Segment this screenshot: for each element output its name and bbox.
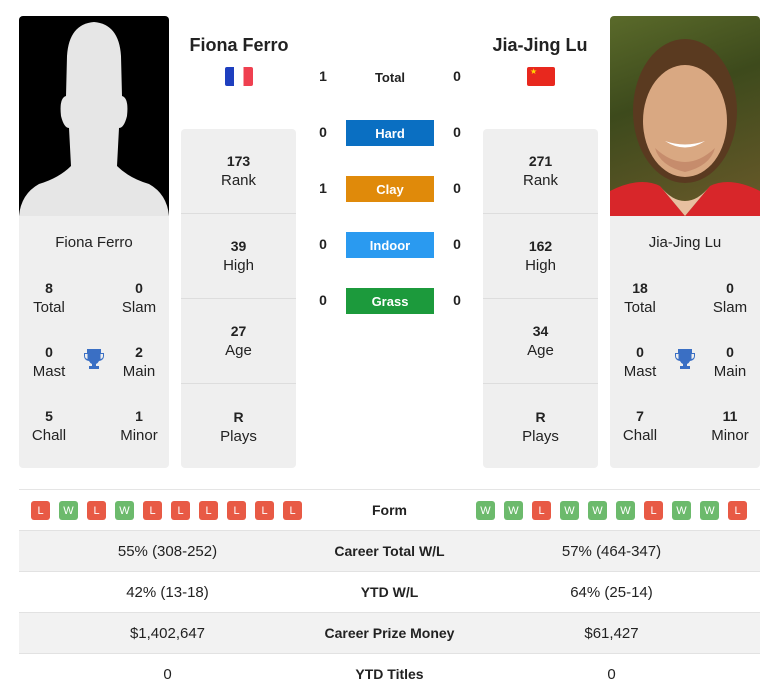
form-badge[interactable]: L: [87, 501, 106, 520]
player2-titles-card: Jia-Jing Lu 18 Total 0 Slam 0 Mast 0 Main 7 C…: [610, 216, 760, 468]
row-label: YTD Titles: [355, 666, 424, 682]
form-badge[interactable]: L: [283, 501, 302, 520]
surface-clay[interactable]: Clay: [346, 176, 434, 202]
france-flag-icon: [225, 67, 253, 86]
table-row: 0 YTD Titles 0: [19, 653, 760, 694]
form-badge[interactable]: L: [255, 501, 274, 520]
p1-mast-value: 0: [45, 344, 53, 360]
form-badge[interactable]: L: [171, 501, 190, 520]
form-badge[interactable]: W: [560, 501, 579, 520]
p1-total-label: Total: [33, 299, 65, 316]
p1-chall-value: 5: [45, 408, 53, 424]
form-label: Form: [372, 502, 407, 518]
p2-slam-label: Slam: [712, 299, 748, 316]
form-badge[interactable]: L: [199, 501, 218, 520]
p1-ytd-wl: 42% (13-18): [126, 583, 209, 601]
trophy-icon: [82, 347, 106, 376]
row-label: YTD W/L: [360, 584, 419, 600]
p1-minor-value: 1: [135, 408, 143, 424]
p1-plays: R Plays: [220, 408, 257, 445]
player2-stats-card: 271 Rank 162 High 34 Age R Plays: [483, 129, 598, 468]
p1-slam-value: 0: [135, 280, 143, 296]
p2-high: 162 High: [483, 214, 598, 299]
p1-total-value: 8: [45, 280, 53, 296]
surface-indoor[interactable]: Indoor: [346, 232, 434, 258]
row-label: Career Prize Money: [324, 625, 455, 641]
p2-career-wl: 57% (464-347): [561, 542, 662, 560]
h2h-clay-right: 0: [453, 180, 461, 196]
table-row: $1,402,647 Career Prize Money $61,427: [19, 612, 760, 653]
form-badge[interactable]: L: [227, 501, 246, 520]
h2h-clay-left: 1: [319, 180, 327, 196]
table-row: 42% (13-18) YTD W/L 64% (25-14): [19, 571, 760, 612]
p1-slam-label: Slam: [121, 299, 157, 316]
p1-main-value: 2: [135, 344, 143, 360]
h2h-total-left: 1: [319, 68, 327, 84]
player1-card-name: Fiona Ferro: [55, 234, 133, 251]
p2-main-value: 0: [726, 344, 734, 360]
p2-rank: 271 Rank: [483, 129, 598, 214]
h2h-grass-left: 0: [319, 292, 327, 308]
p2-chall-value: 7: [636, 408, 644, 424]
h2h-hard-right: 0: [453, 124, 461, 140]
form-badge[interactable]: L: [644, 501, 663, 520]
p2-total-label: Total: [624, 299, 656, 316]
p2-plays: R Plays: [522, 408, 559, 445]
h2h-total-label: Total: [374, 70, 406, 85]
p2-ytd-wl: 64% (25-14): [570, 583, 653, 601]
trophy-icon: [673, 347, 697, 376]
surface-grass[interactable]: Grass: [346, 288, 434, 314]
p2-minor-label: Minor: [711, 427, 749, 444]
form-badge[interactable]: W: [115, 501, 134, 520]
p1-prize-money: $1,402,647: [129, 624, 206, 642]
player2-card-name: Jia-Jing Lu: [648, 234, 722, 251]
form-badge[interactable]: L: [532, 501, 551, 520]
player1-name[interactable]: Fiona Ferro: [174, 35, 304, 56]
p2-minor-value: 11: [722, 408, 738, 424]
form-badge[interactable]: W: [700, 501, 719, 520]
row-label: Career Total W/L: [334, 543, 445, 559]
p1-high: 39 High: [181, 214, 296, 299]
p1-rank: 173 Rank: [181, 129, 296, 214]
p1-mast-label: Mast: [32, 363, 66, 380]
h2h-total-right: 0: [453, 68, 461, 84]
p1-minor-label: Minor: [120, 427, 158, 444]
p2-prize-money: $61,427: [584, 624, 639, 642]
form-badge[interactable]: W: [672, 501, 691, 520]
p1-chall-label: Chall: [31, 427, 67, 444]
p2-ytd-titles: 0: [607, 665, 616, 683]
form-badge[interactable]: W: [588, 501, 607, 520]
p1-main-label: Main: [122, 363, 156, 380]
table-row: 55% (308-252) Career Total W/L 57% (464-…: [19, 530, 760, 571]
surface-hard[interactable]: Hard: [346, 120, 434, 146]
h2h-hard-left: 0: [319, 124, 327, 140]
p2-age: 34 Age: [483, 299, 598, 384]
china-flag-icon: ★: [527, 67, 555, 86]
form-badge[interactable]: W: [476, 501, 495, 520]
p2-mast-label: Mast: [623, 363, 657, 380]
p2-total-value: 18: [632, 280, 648, 296]
form-badge[interactable]: W: [616, 501, 635, 520]
p1-ytd-titles: 0: [163, 665, 172, 683]
form-badge[interactable]: L: [728, 501, 747, 520]
p1-career-wl: 55% (308-252): [117, 542, 218, 560]
player1-stats-card: 173 Rank 39 High 27 Age R Plays: [181, 129, 296, 468]
h2h-indoor-right: 0: [453, 236, 461, 252]
form-badge[interactable]: W: [59, 501, 78, 520]
p1-age: 27 Age: [181, 299, 296, 384]
p2-mast-value: 0: [636, 344, 644, 360]
form-badge[interactable]: L: [143, 501, 162, 520]
form-badge[interactable]: L: [31, 501, 50, 520]
p2-slam-value: 0: [726, 280, 734, 296]
p2-chall-label: Chall: [622, 427, 658, 444]
player1-titles-card: Fiona Ferro 8 Total 0 Slam 0 Mast 2 Main 5 Ch…: [19, 216, 169, 468]
form-row: LWLWLLLLLL Form WWLWWWLWWL: [19, 489, 760, 529]
h2h-indoor-left: 0: [319, 236, 327, 252]
p2-main-label: Main: [713, 363, 747, 380]
player2-photo: [610, 16, 760, 216]
player2-name[interactable]: Jia-Jing Lu: [475, 35, 605, 56]
h2h-grass-right: 0: [453, 292, 461, 308]
player1-photo: [19, 16, 169, 216]
form-badge[interactable]: W: [504, 501, 523, 520]
